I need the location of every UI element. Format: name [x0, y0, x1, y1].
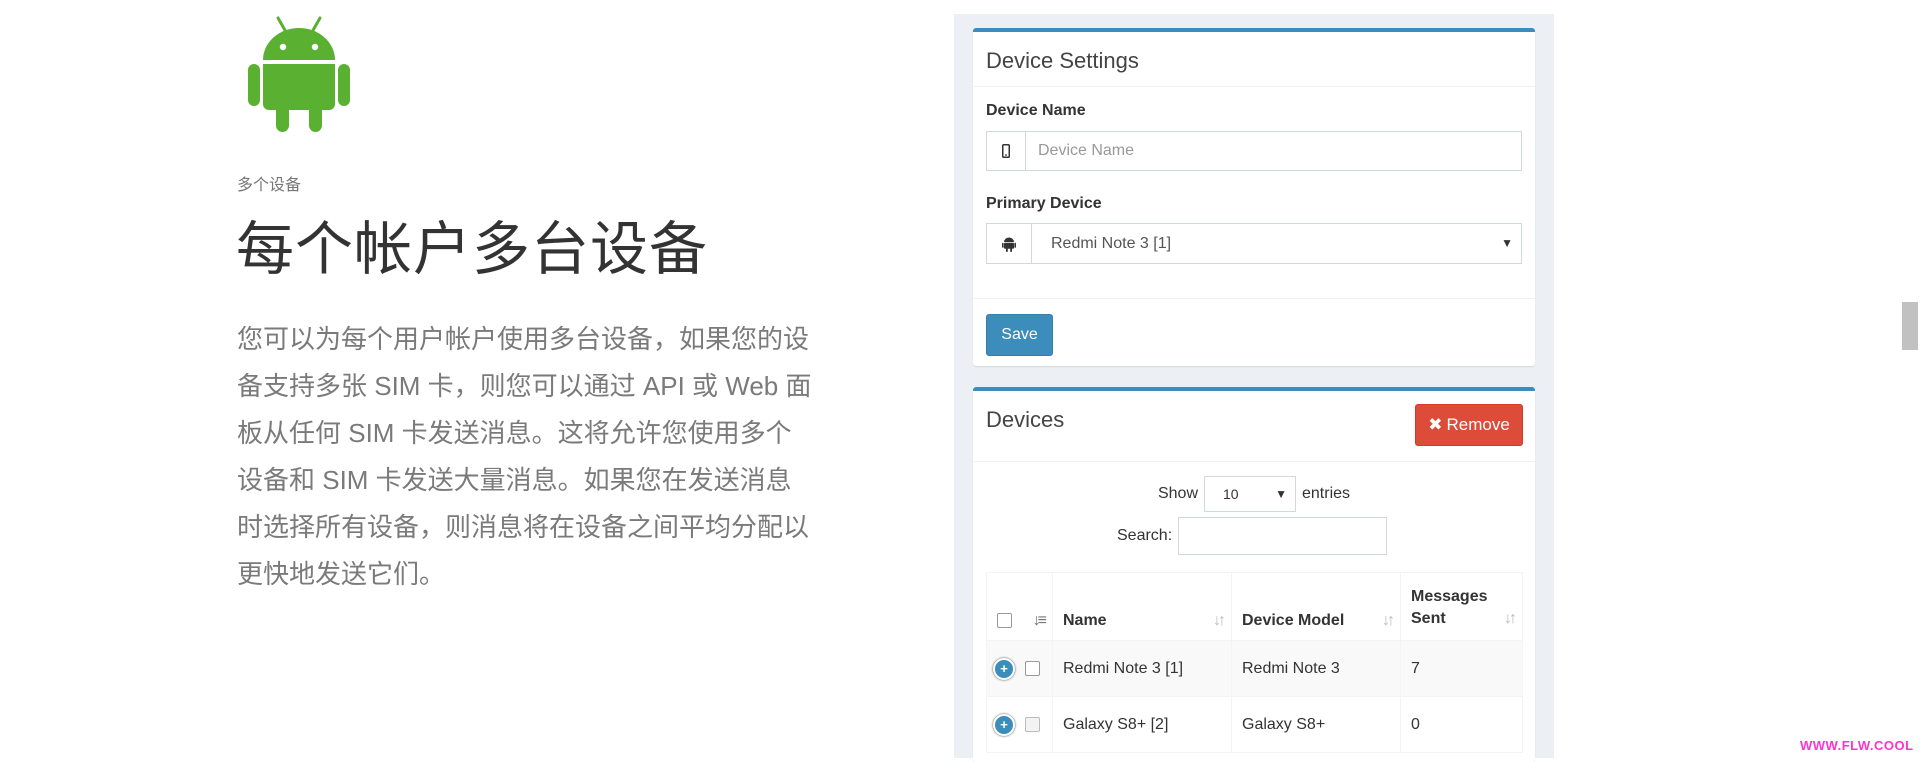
column-name-header[interactable]: Name ↓↑ [1052, 572, 1232, 641]
android-icon [987, 224, 1032, 263]
device-name-label: Device Name [986, 102, 1086, 119]
expand-row-icon[interactable]: + [993, 657, 1015, 680]
entries-label: entries [1302, 485, 1351, 502]
cell-messages: 0 [1400, 696, 1523, 753]
feature-headline: 每个帐户多台设备 [236, 217, 709, 282]
device-name-field[interactable]: Device Name [986, 131, 1522, 171]
entries-length-control: Show 10 ▼ entries [973, 476, 1535, 512]
search-input[interactable] [1178, 517, 1388, 555]
cell-name: Galaxy S8+ [2] [1052, 696, 1232, 753]
device-settings-header: Device Settings [973, 32, 1535, 87]
mobile-phone-icon [987, 132, 1026, 170]
sort-icon: ↓↑ [1213, 612, 1226, 629]
remove-button-label: Remove [1446, 415, 1510, 434]
device-settings-title: Device Settings [986, 48, 1139, 73]
chevron-down-icon: ▼ [1275, 487, 1287, 501]
devices-table: ↓≡ Name ↓↑ Device Model ↓↑ Messages Sent… [986, 572, 1523, 753]
column-model-header[interactable]: Device Model ↓↑ [1231, 572, 1401, 641]
row-checkbox-disabled [1025, 717, 1041, 732]
column-name-label: Name [1063, 612, 1107, 629]
table-row[interactable]: + Redmi Note 3 [1] Redmi Note 3 7 [986, 640, 1523, 697]
row-checkbox[interactable] [1025, 661, 1041, 676]
devices-title: Devices [986, 407, 1065, 432]
entries-select-value: 10 [1223, 486, 1239, 502]
show-label: Show [1157, 485, 1198, 502]
search-label: Search: [1117, 527, 1173, 544]
primary-device-label: Primary Device [986, 195, 1102, 212]
sort-icon: ↓↑ [1382, 612, 1395, 629]
primary-device-value: Redmi Note 3 [1] [1051, 234, 1172, 252]
cell-name: Redmi Note 3 [1] [1052, 640, 1232, 697]
android-logo-icon [248, 16, 350, 132]
select-all-header[interactable]: ↓≡ [986, 572, 1053, 641]
entries-select[interactable]: 10 ▼ [1204, 476, 1296, 512]
cell-model: Redmi Note 3 [1231, 640, 1401, 697]
row-controls: + [986, 640, 1053, 697]
sort-active-icon: ↓≡ [1032, 612, 1047, 629]
sort-icon: ↓↑ [1504, 610, 1517, 627]
column-messages-label: Messages Sent [1411, 588, 1488, 627]
save-button[interactable]: Save [986, 314, 1053, 356]
select-all-checkbox[interactable] [997, 613, 1012, 629]
column-model-label: Device Model [1242, 612, 1345, 629]
device-name-placeholder: Device Name [1038, 142, 1135, 159]
page-scrollbar-thumb[interactable] [1902, 302, 1918, 350]
watermark-text: WWW.FLW.COOL [1800, 738, 1914, 753]
table-row[interactable]: + Galaxy S8+ [2] Galaxy S8+ 0 [986, 696, 1523, 753]
cell-messages: 7 [1400, 640, 1523, 697]
device-settings-box: Device Settings Device Name Device Name … [973, 28, 1535, 366]
form-footer-divider [973, 298, 1535, 299]
devices-box: Devices ✖ Remove Show 10 ▼ entries Searc… [973, 387, 1535, 762]
close-icon: ✖ [1428, 415, 1443, 434]
primary-device-select[interactable]: Redmi Note 3 [1] ▼ [986, 223, 1522, 264]
table-header-row: ↓≡ Name ↓↑ Device Model ↓↑ Messages Sent… [986, 572, 1523, 641]
devices-header: Devices ✖ Remove [973, 391, 1535, 462]
table-search: Search: [1117, 517, 1388, 555]
feature-description: 您可以为每个用户帐户使用多台设备，如果您的设备支持多张 SIM 卡，则您可以通过… [237, 324, 812, 589]
chevron-down-icon: ▼ [1501, 236, 1513, 250]
feature-kicker: 多个设备 [237, 177, 302, 194]
row-controls: + [986, 696, 1053, 753]
remove-button[interactable]: ✖ Remove [1415, 404, 1523, 446]
column-messages-header[interactable]: Messages Sent ↓↑ [1400, 572, 1523, 641]
cell-model: Galaxy S8+ [1231, 696, 1401, 753]
expand-row-icon[interactable]: + [993, 713, 1015, 736]
